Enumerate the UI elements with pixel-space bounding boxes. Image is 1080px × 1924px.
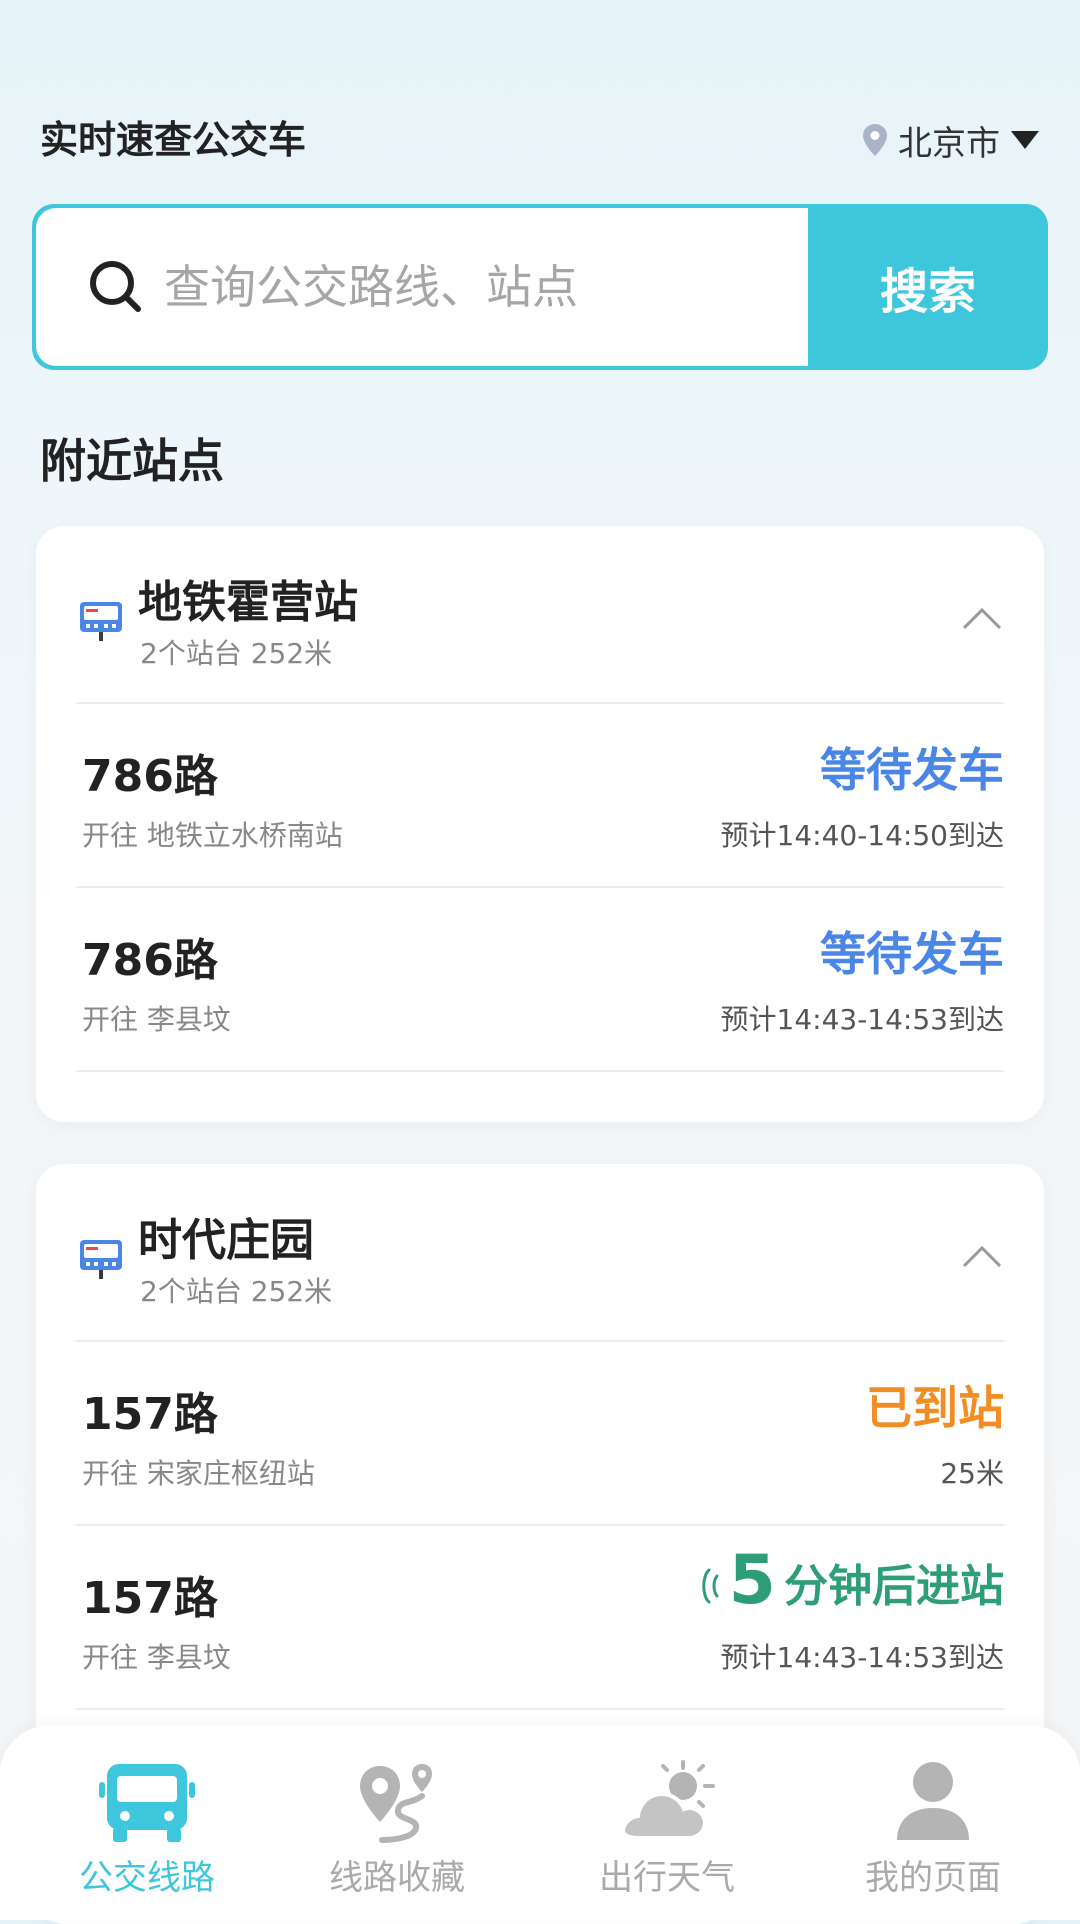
route-status: 已到站	[866, 1381, 1004, 1435]
arrival-minutes: 5	[728, 1541, 776, 1620]
search-field[interactable]	[36, 208, 808, 366]
stop-name: 地铁霍营站	[138, 577, 358, 628]
route-row[interactable]: 786路 开往 地铁立水桥南站 等待发车 预计14:40-14:50到达	[76, 704, 1004, 886]
route-destination: 开往 李县坟	[82, 1003, 231, 1036]
tab-label: 线路收藏	[329, 1858, 465, 1898]
route-row[interactable]: 157路 开往 李县坟 5 分钟后进站 预计14:43-14:53到达	[76, 1526, 1004, 1708]
app-title: 实时速查公交车	[40, 118, 307, 162]
divider	[76, 1070, 1004, 1072]
caret-down-icon	[1011, 131, 1039, 149]
tab-route-favorites[interactable]: 线路收藏	[262, 1726, 532, 1920]
user-icon	[897, 1762, 969, 1840]
route-destination: 开往 地铁立水桥南站	[82, 819, 343, 852]
bus-icon	[99, 1764, 195, 1842]
route-status: 等待发车	[820, 743, 1004, 797]
tab-bus-routes[interactable]: 公交线路	[12, 1726, 282, 1920]
stop-info: 2个站台 252米	[140, 637, 333, 670]
tab-label: 我的页面	[865, 1858, 1001, 1898]
stop-name: 时代庄园	[138, 1215, 314, 1266]
chevron-up-icon[interactable]	[962, 1244, 1002, 1268]
bus-stop-icon	[80, 602, 122, 641]
section-title: 附近站点	[40, 434, 224, 488]
stop-info: 2个站台 252米	[140, 1275, 333, 1308]
tab-travel-weather[interactable]: 出行天气	[532, 1726, 802, 1920]
tab-my-page[interactable]: 我的页面	[798, 1726, 1068, 1920]
route-destination: 开往 李县坟	[82, 1641, 231, 1674]
weather-icon	[620, 1760, 715, 1840]
route-name: 786路	[82, 935, 218, 986]
route-status: 等待发车	[820, 927, 1004, 981]
bottom-tab-bar: 公交线路 线路收藏 出行天气 我的页面	[0, 1726, 1080, 1920]
arrival-text: 分钟后进站	[784, 1561, 1004, 1612]
route-row[interactable]: 157路 开往 宋家庄枢纽站 已到站 25米	[76, 1342, 1004, 1524]
route-distance: 25米	[940, 1457, 1004, 1490]
route-eta: 预计14:43-14:53到达	[720, 1641, 1005, 1674]
tab-label: 公交线路	[79, 1858, 215, 1898]
stop-card: 地铁霍营站 2个站台 252米 786路 开往 地铁立水桥南站 等待发车 预计1…	[36, 526, 1044, 1122]
route-destination: 开往 宋家庄枢纽站	[82, 1457, 315, 1490]
tab-label: 出行天气	[599, 1858, 735, 1898]
route-pin-icon	[360, 1764, 432, 1843]
route-name: 786路	[82, 751, 218, 802]
city-name: 北京市	[898, 123, 1000, 164]
search-bar: 搜索	[32, 204, 1048, 370]
search-input[interactable]	[162, 259, 766, 315]
header: 实时速查公交车 北京市	[40, 110, 1040, 170]
chevron-up-icon[interactable]	[962, 606, 1002, 630]
divider	[76, 1708, 1004, 1710]
location-pin-icon	[863, 124, 887, 156]
search-icon	[90, 261, 141, 312]
route-name: 157路	[82, 1389, 218, 1440]
city-selector[interactable]: 北京市	[862, 110, 1040, 170]
route-name: 157路	[82, 1573, 218, 1624]
signal-wave-icon	[701, 1568, 719, 1604]
stop-header[interactable]: 时代庄园 2个站台 252米	[36, 1164, 1044, 1342]
route-eta: 预计14:40-14:50到达	[720, 819, 1005, 852]
route-eta: 预计14:43-14:53到达	[720, 1003, 1005, 1036]
route-status: 5 分钟后进站	[695, 1546, 1004, 1616]
stop-header[interactable]: 地铁霍营站 2个站台 252米	[36, 526, 1044, 704]
route-row[interactable]: 786路 开往 李县坟 等待发车 预计14:43-14:53到达	[76, 888, 1004, 1070]
bus-stop-icon	[80, 1240, 122, 1279]
search-button[interactable]: 搜索	[808, 204, 1048, 370]
